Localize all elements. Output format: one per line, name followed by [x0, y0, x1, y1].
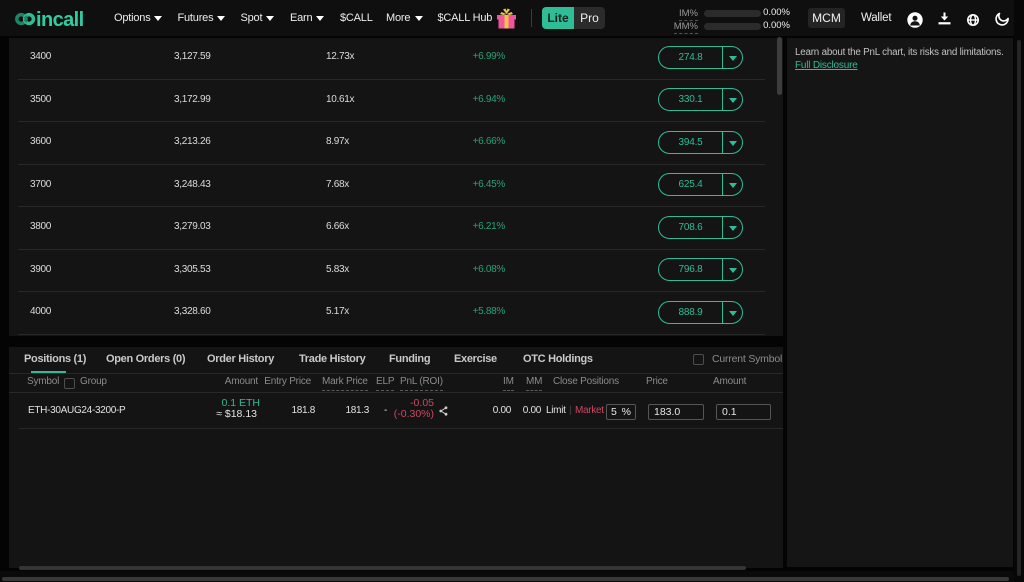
svg-text:incall: incall [36, 9, 84, 31]
